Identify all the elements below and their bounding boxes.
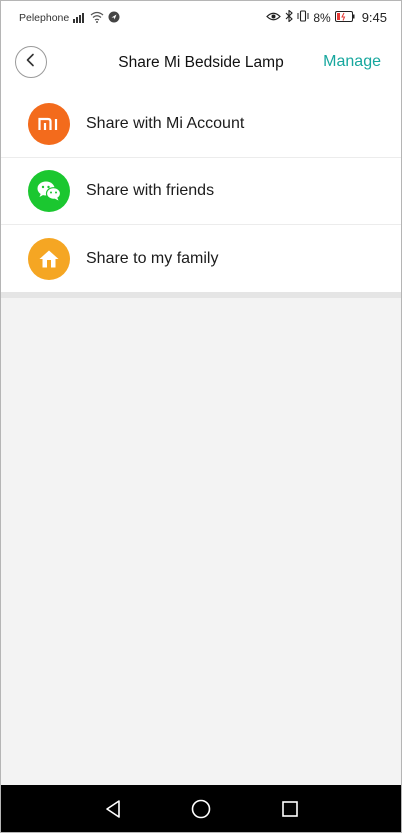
manage-button[interactable]: Manage: [323, 53, 381, 71]
share-option-label: Share with friends: [86, 182, 215, 199]
status-bar: Pelephone 8% 9:45: [1, 1, 401, 35]
system-nav-bar: [1, 785, 401, 832]
carrier-label: Pelephone: [19, 12, 70, 24]
home-circle-icon[interactable]: [189, 797, 213, 821]
back-triangle-icon[interactable]: [101, 797, 125, 821]
section-divider: [1, 292, 401, 298]
battery-icon: [334, 10, 355, 25]
share-with-mi-account-item[interactable]: Share with Mi Account: [1, 91, 401, 158]
wifi-icon: [90, 11, 104, 26]
wechat-icon: [28, 170, 70, 212]
eye-icon: [266, 11, 282, 25]
battery-percent: 8%: [313, 10, 331, 25]
recents-square-icon[interactable]: [278, 797, 302, 821]
app-screen: Pelephone 8% 9:45 Share Mi Bedside Lamp …: [0, 0, 402, 833]
bluetooth-icon: [285, 9, 294, 25]
share-option-label: Share to my family: [86, 249, 219, 267]
vibrate-icon: [297, 10, 309, 25]
top-app-bar: Share Mi Bedside Lamp Manage: [1, 35, 401, 91]
location-icon: [108, 11, 120, 26]
share-to-my-family-item[interactable]: Share to my family: [1, 225, 401, 292]
mi-logo-icon: [28, 103, 70, 145]
share-option-label: Share with Mi Account: [86, 115, 245, 132]
share-options-list: Share with Mi Account Share with friends: [1, 91, 401, 292]
clock: 9:45: [361, 10, 387, 25]
home-icon: [28, 237, 70, 280]
status-right: 8% 9:45: [266, 9, 387, 25]
share-with-friends-item[interactable]: Share with friends: [1, 158, 401, 225]
